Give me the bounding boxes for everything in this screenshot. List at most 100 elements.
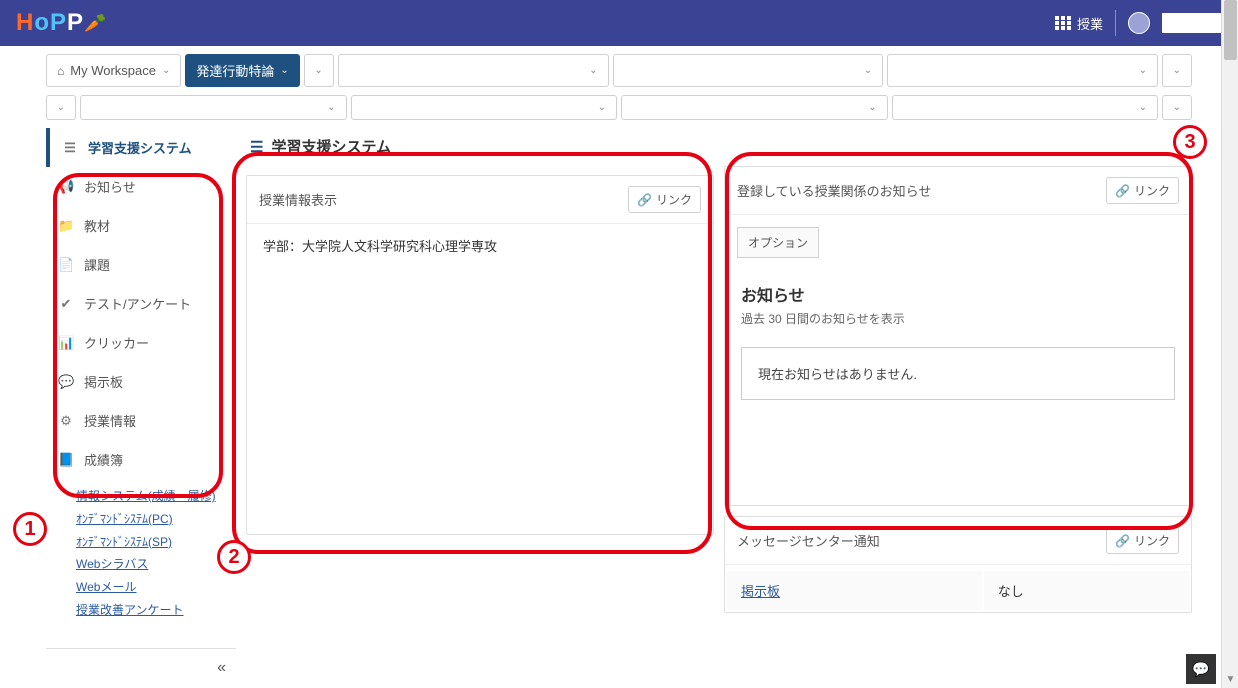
sidebar-item-tests[interactable]: ✔ テスト/アンケート — [46, 284, 236, 323]
empty-message: 現在お知らせはありません. — [741, 347, 1175, 400]
chat-widget[interactable]: 💬 — [1186, 654, 1216, 684]
tab-empty[interactable]: ⌄ — [46, 95, 76, 120]
sidebar-links: 情報システム(成績・履修) ｵﾝﾃﾞﾏﾝﾄﾞｼｽﾃﾑ(PC) ｵﾝﾃﾞﾏﾝﾄﾞｼ… — [46, 479, 236, 628]
announcements-heading: お知らせ — [741, 282, 1175, 306]
chevron-down-icon: ⌄ — [1173, 102, 1181, 113]
link-icon: 🔗 — [637, 193, 652, 207]
check-icon: ✔ — [58, 296, 74, 312]
main-heading-label: 学習支援システム — [271, 136, 391, 157]
panel-title: 授業情報表示 — [259, 190, 337, 209]
tab-empty[interactable]: ⌄ — [892, 95, 1159, 120]
sidebar-item-label: お知らせ — [84, 177, 136, 196]
chevron-down-icon: ⌄ — [864, 65, 872, 76]
sidebar-item-label: 掲示板 — [84, 372, 123, 391]
scrollbar-thumb[interactable] — [1224, 0, 1237, 60]
book-icon: 📘 — [58, 452, 74, 468]
chevron-left-icon: « — [217, 659, 226, 676]
bars-icon: 📊 — [58, 335, 74, 351]
link-survey[interactable]: 授業改善アンケート — [76, 599, 224, 622]
logo[interactable]: H o P P 🥕 — [16, 9, 106, 37]
speech-icon: 💬 — [58, 374, 74, 390]
tab-label: My Workspace — [70, 63, 156, 78]
link-label: リンク — [656, 191, 692, 208]
scroll-down-icon[interactable]: ▼ — [1222, 671, 1238, 688]
separator — [1115, 10, 1116, 36]
document-icon: 📄 — [58, 257, 74, 273]
link-web-syllabus[interactable]: Webシラバス — [76, 553, 224, 576]
tab-empty[interactable]: ⌄ — [887, 54, 1158, 87]
sidebar-item-label: 学習支援システム — [88, 138, 192, 157]
board-link[interactable]: 掲示板 — [741, 584, 780, 599]
tab-empty[interactable]: ⌄ — [338, 54, 609, 87]
link-icon: 🔗 — [1115, 534, 1130, 548]
sidebar-item-board[interactable]: 💬 掲示板 — [46, 362, 236, 401]
sidebar-item-label: クリッカー — [84, 333, 149, 352]
sidebar-item-label: テスト/アンケート — [84, 294, 191, 313]
panel-message-center: メッセージセンター通知 🔗 リンク 掲示板 なし — [724, 516, 1192, 613]
link-icon: 🔗 — [1115, 184, 1130, 198]
sidebar-item-assignments[interactable]: 📄 課題 — [46, 245, 236, 284]
annotation-1: 1 — [13, 512, 47, 546]
sidebar-item-clicker[interactable]: 📊 クリッカー — [46, 323, 236, 362]
chevron-down-icon: ⌄ — [314, 65, 322, 76]
megaphone-icon: 📢 — [58, 179, 74, 195]
link-label: リンク — [1134, 182, 1170, 199]
avatar[interactable] — [1128, 12, 1150, 34]
announcements-sub: 過去 30 日間のお知らせを表示 — [741, 310, 1175, 327]
sidebar-item-system[interactable]: ☰ 学習支援システム — [46, 128, 236, 167]
tab-empty[interactable]: ⌄ — [1162, 95, 1192, 120]
tab-empty[interactable]: ⌄ — [1162, 54, 1192, 87]
list-icon: ☰ — [62, 140, 78, 156]
chevron-down-icon: ⌄ — [280, 65, 288, 76]
sidebar-item-announcements[interactable]: 📢 お知らせ — [46, 167, 236, 206]
options-button[interactable]: オプション — [737, 227, 819, 258]
panel-title: 登録している授業関係のお知らせ — [737, 181, 931, 200]
tab-label: 発達行動特論 — [196, 61, 274, 80]
top-bar: H o P P 🥕 授業 — [0, 0, 1238, 46]
annotation-3: 3 — [1173, 125, 1207, 159]
tab-empty[interactable]: ⌄ — [351, 95, 618, 120]
sidebar-item-classinfo[interactable]: ⚙ 授業情報 — [46, 401, 236, 440]
tab-empty[interactable]: ⌄ — [304, 54, 334, 87]
sidebar-item-label: 課題 — [84, 255, 110, 274]
link-ondemand-sp[interactable]: ｵﾝﾃﾞﾏﾝﾄﾞｼｽﾃﾑ(SP) — [76, 531, 224, 554]
panel-class-info: 授業情報表示 🔗 リンク 学部：大学院人文科学研究科心理学専攻 — [246, 175, 714, 535]
tab-empty[interactable]: ⌄ — [80, 95, 347, 120]
logo-carrot-icon: 🥕 — [84, 13, 106, 34]
link-info-system[interactable]: 情報システム(成績・履修) — [76, 485, 224, 508]
link-label: リンク — [1134, 532, 1170, 549]
chevron-down-icon: ⌄ — [589, 65, 597, 76]
collapse-button[interactable]: « — [46, 648, 236, 687]
home-icon: ⌂ — [57, 64, 64, 78]
chevron-down-icon: ⌄ — [1173, 65, 1181, 76]
chevron-down-icon: ⌄ — [598, 102, 606, 113]
tab-empty[interactable]: ⌄ — [621, 95, 888, 120]
user-name-box[interactable] — [1162, 13, 1222, 33]
course-tabs-row2: ⌄ ⌄ ⌄ ⌄ ⌄ ⌄ — [0, 91, 1238, 128]
course-tabs-row1: ⌂ My Workspace ⌄ 発達行動特論 ⌄ ⌄ ⌄ ⌄ ⌄ ⌄ — [0, 46, 1238, 91]
tab-empty[interactable]: ⌄ — [613, 54, 884, 87]
link-ondemand-pc[interactable]: ｵﾝﾃﾞﾏﾝﾄﾞｼｽﾃﾑ(PC) — [76, 508, 224, 531]
sidebar-item-grades[interactable]: 📘 成績簿 — [46, 440, 236, 479]
gear-icon: ⚙ — [58, 413, 74, 429]
link-button[interactable]: 🔗 リンク — [1106, 177, 1179, 204]
link-web-mail[interactable]: Webメール — [76, 576, 224, 599]
row-value: なし — [984, 571, 1189, 610]
classes-label: 授業 — [1077, 14, 1103, 33]
sidebar-item-label: 成績簿 — [84, 450, 123, 469]
chevron-down-icon: ⌄ — [1139, 102, 1147, 113]
message-table: 掲示板 なし — [725, 569, 1191, 612]
chevron-down-icon: ⌄ — [162, 65, 170, 76]
tab-active-course[interactable]: 発達行動特論 ⌄ — [185, 54, 299, 87]
link-button[interactable]: 🔗 リンク — [1106, 527, 1179, 554]
chevron-down-icon: ⌄ — [327, 102, 335, 113]
sidebar: ☰ 学習支援システム 📢 お知らせ 📁 教材 📄 課題 ✔ テスト/アンケート … — [46, 128, 236, 687]
folder-icon: 📁 — [58, 218, 74, 234]
panel-announcements: 登録している授業関係のお知らせ 🔗 リンク オプション お知らせ 過去 30 日… — [724, 166, 1192, 506]
scrollbar[interactable]: ▲ ▼ — [1221, 0, 1238, 688]
link-button[interactable]: 🔗 リンク — [628, 186, 701, 213]
classes-button[interactable]: 授業 — [1055, 14, 1103, 33]
sidebar-item-materials[interactable]: 📁 教材 — [46, 206, 236, 245]
list-icon: ☰ — [250, 138, 263, 156]
tab-my-workspace[interactable]: ⌂ My Workspace ⌄ — [46, 54, 181, 87]
